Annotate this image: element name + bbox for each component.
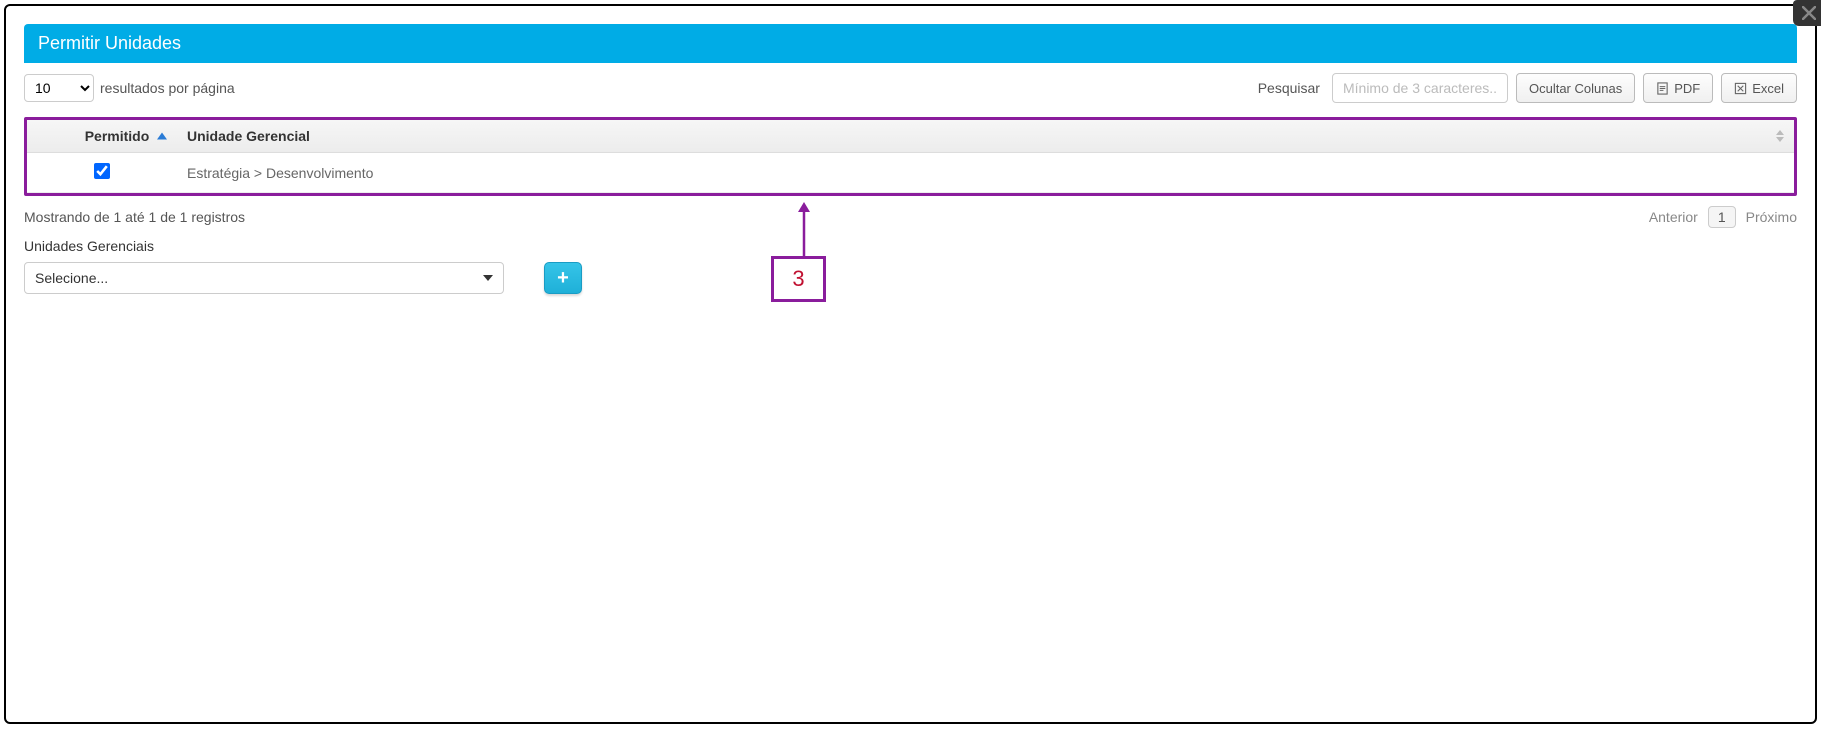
row-unidade-cell: Estratégia > Desenvolvimento bbox=[177, 153, 1794, 193]
page-size-select[interactable]: 10 bbox=[24, 74, 94, 102]
hide-columns-button[interactable]: Ocultar Colunas bbox=[1516, 73, 1635, 103]
sort-icon bbox=[1776, 130, 1784, 142]
add-button[interactable]: + bbox=[544, 262, 582, 294]
search-label: Pesquisar bbox=[1258, 80, 1320, 96]
sort-asc-icon bbox=[157, 133, 167, 140]
panel: Permitir Unidades 10 resultados por pági… bbox=[24, 24, 1797, 294]
plus-icon: + bbox=[557, 267, 569, 290]
column-header-permitido[interactable]: Permitido bbox=[27, 120, 177, 153]
column-header-unidade[interactable]: Unidade Gerencial bbox=[177, 120, 1794, 153]
toolbar: 10 resultados por página Pesquisar Ocult… bbox=[24, 73, 1797, 103]
modal-container: Permitir Unidades 10 resultados por pági… bbox=[4, 4, 1817, 724]
section-label: Unidades Gerenciais bbox=[24, 238, 1797, 254]
unidades-dropdown[interactable]: Selecione... bbox=[24, 262, 504, 294]
table-container: Permitido Unidade Gerencial bbox=[24, 117, 1797, 196]
excel-button[interactable]: Excel bbox=[1721, 73, 1797, 103]
pdf-icon bbox=[1656, 82, 1669, 95]
dropdown-placeholder: Selecione... bbox=[35, 270, 108, 286]
table-row: Estratégia > Desenvolvimento bbox=[27, 153, 1794, 193]
excel-icon bbox=[1734, 82, 1747, 95]
pdf-button[interactable]: PDF bbox=[1643, 73, 1713, 103]
close-button[interactable] bbox=[1793, 0, 1821, 26]
row-permitido-checkbox[interactable] bbox=[94, 163, 110, 179]
page-size-label: resultados por página bbox=[100, 80, 235, 96]
records-info: Mostrando de 1 até 1 de 1 registros bbox=[24, 209, 245, 225]
units-table: Permitido Unidade Gerencial bbox=[27, 120, 1794, 193]
pagination-prev[interactable]: Anterior bbox=[1649, 209, 1698, 225]
search-input[interactable] bbox=[1332, 73, 1508, 103]
panel-title: Permitir Unidades bbox=[24, 24, 1797, 63]
pagination: Anterior 1 Próximo bbox=[1649, 206, 1797, 228]
pagination-page-1[interactable]: 1 bbox=[1708, 206, 1736, 228]
pagination-next[interactable]: Próximo bbox=[1746, 209, 1797, 225]
chevron-down-icon bbox=[483, 275, 493, 281]
